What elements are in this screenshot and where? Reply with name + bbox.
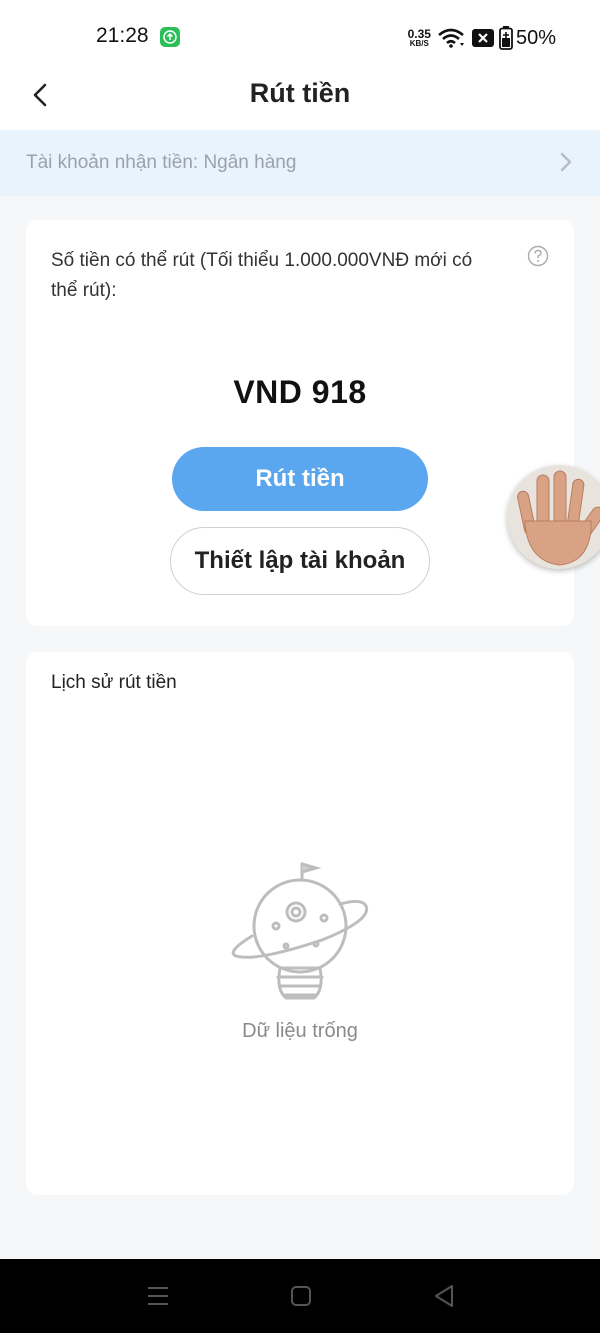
help-icon[interactable] <box>527 245 549 267</box>
network-speed: 0.35 KB/S <box>408 28 431 48</box>
system-nav-bar <box>0 1259 600 1333</box>
floating-assistant-button[interactable] <box>507 465 600 569</box>
balance-card: Số tiền có thể rút (Tối thiểu 1.000.000V… <box>26 220 574 626</box>
status-time: 21:28 <box>96 24 149 47</box>
menu-icon[interactable] <box>147 1286 169 1306</box>
empty-state-text: Dữ liệu trống <box>242 1020 358 1042</box>
app-header: Rút tiền <box>0 72 600 130</box>
sim-off-icon <box>471 29 494 47</box>
chevron-right-icon <box>560 152 572 172</box>
receiving-account-row[interactable]: Tài khoản nhận tiền: Ngân hàng <box>0 130 600 196</box>
withdraw-history-title: Lịch sử rút tiền <box>51 672 177 693</box>
wifi-icon <box>438 28 464 48</box>
battery-icon <box>499 26 513 50</box>
withdrawable-amount-label: Số tiền có thể rút (Tối thiểu 1.000.000V… <box>51 250 473 301</box>
hand-icon <box>517 470 600 566</box>
withdraw-button[interactable]: Rút tiền <box>172 447 428 511</box>
setup-account-button[interactable]: Thiết lập tài khoản <box>170 527 430 595</box>
withdraw-history-card: Lịch sử rút tiền Dữ liệu trống <box>26 652 574 1195</box>
balance-amount: VND 918 <box>233 374 367 410</box>
nav-back-icon[interactable] <box>433 1284 455 1308</box>
receiving-account-label: Tài khoản nhận tiền: Ngân hàng <box>26 152 297 173</box>
battery-percentage: 50% <box>515 26 556 49</box>
upload-notification-icon <box>160 27 180 47</box>
status-indicators: 0.35 KB/S 50% <box>408 25 556 51</box>
page-title: Rút tiền <box>249 78 351 108</box>
home-icon[interactable] <box>290 1285 312 1307</box>
network-speed-unit: KB/S <box>409 39 429 48</box>
empty-planet-bulb-icon <box>231 862 369 1000</box>
status-bar: 21:28 0.35 KB/S 50% <box>0 0 600 72</box>
